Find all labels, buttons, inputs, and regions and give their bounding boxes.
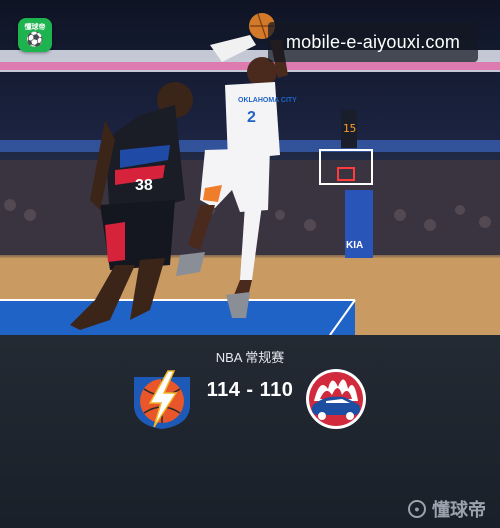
brand-name: 懂球帝 — [432, 500, 486, 520]
svg-text:38: 38 — [135, 177, 153, 194]
score: 114 - 110 — [206, 379, 294, 401]
watermark-text: mobile-e-aiyouxi.com — [285, 31, 461, 52]
match-info-panel[interactable]: NBA 常规赛 114 - 110 ● 懂球帝 — [0, 335, 500, 528]
thunder-logo-icon — [134, 370, 190, 429]
app-badge[interactable]: 懂球帝 ⚽ — [18, 18, 52, 52]
game-photo: 15 KIA 38 OKLAHOMA CITY 2 懂球帝 ⚽ mobile-e… — [0, 0, 500, 335]
svg-text:KIA: KIA — [346, 240, 363, 251]
svg-text:2: 2 — [247, 109, 256, 126]
soccer-ball-icon: ⚽ — [26, 31, 44, 47]
svg-text:15: 15 — [343, 122, 356, 135]
brand-watermark: ● 懂球帝 — [408, 496, 486, 522]
watermark: mobile-e-aiyouxi.com — [268, 22, 478, 62]
clippers-logo-icon — [306, 369, 366, 429]
dongqiudi-icon: ● — [408, 500, 426, 518]
svg-text:OKLAHOMA CITY: OKLAHOMA CITY — [238, 97, 297, 104]
league-label: NBA 常规赛 — [215, 350, 285, 365]
